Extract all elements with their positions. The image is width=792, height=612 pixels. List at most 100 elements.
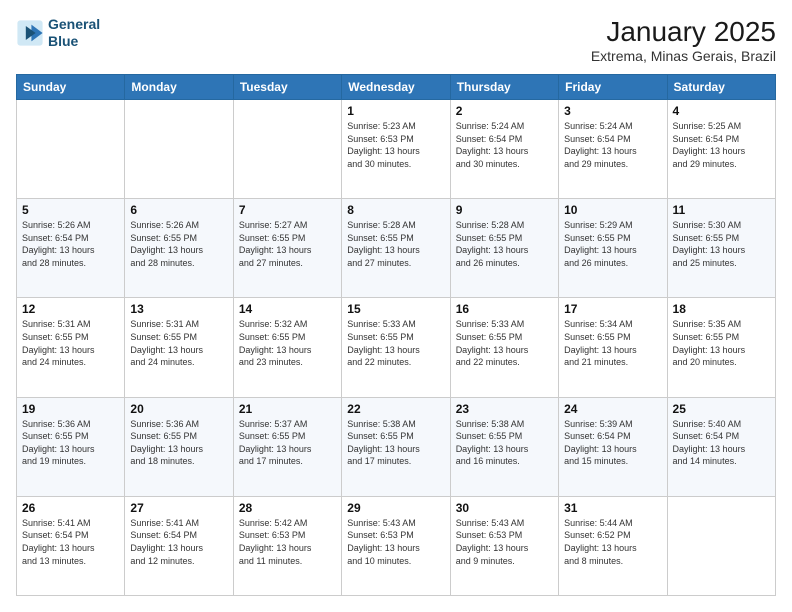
day-num-25: 25	[673, 402, 770, 416]
day-info-15: Sunrise: 5:33 AM Sunset: 6:55 PM Dayligh…	[347, 318, 444, 368]
calendar-table: Sunday Monday Tuesday Wednesday Thursday…	[16, 74, 776, 596]
week-row-0: 1 Sunrise: 5:23 AM Sunset: 6:53 PM Daylig…	[17, 100, 776, 199]
day-info-29: Sunrise: 5:43 AM Sunset: 6:53 PM Dayligh…	[347, 517, 444, 567]
day-info-23: Sunrise: 5:38 AM Sunset: 6:55 PM Dayligh…	[456, 418, 553, 468]
cell-w1-d0: 5Sunrise: 5:26 AM Sunset: 6:54 PM Daylig…	[17, 199, 125, 298]
page: General Blue January 2025 Extrema, Minas…	[0, 0, 792, 612]
th-friday: Friday	[559, 75, 667, 100]
cell-w0-d3: 1 Sunrise: 5:23 AM Sunset: 6:53 PM Daylig…	[342, 100, 450, 199]
day-num-18: 18	[673, 302, 770, 316]
cell-w0-d1	[125, 100, 233, 199]
day-num-12: 12	[22, 302, 119, 316]
day-num-14: 14	[239, 302, 336, 316]
month-title: January 2025	[591, 16, 776, 48]
cell-w0-d4: 2 Sunrise: 5:24 AM Sunset: 6:54 PM Daylig…	[450, 100, 558, 199]
day-info-16: Sunrise: 5:33 AM Sunset: 6:55 PM Dayligh…	[456, 318, 553, 368]
day-num-7: 7	[239, 203, 336, 217]
cell-w4-d6	[667, 496, 775, 595]
cell-w4-d3: 29 Sunrise: 5:43 AM Sunset: 6:53 PM Dayli…	[342, 496, 450, 595]
day-num-3: 3	[564, 104, 661, 118]
logo-icon	[16, 19, 44, 47]
day-info-19: Sunrise: 5:36 AM Sunset: 6:55 PM Dayligh…	[22, 418, 119, 468]
cell-w1-d5: 10 Sunrise: 5:29 AM Sunset: 6:55 PM Dayli…	[559, 199, 667, 298]
cell-w2-d1: 13 Sunrise: 5:31 AM Sunset: 6:55 PM Dayli…	[125, 298, 233, 397]
cell-w3-d4: 23 Sunrise: 5:38 AM Sunset: 6:55 PM Dayli…	[450, 397, 558, 496]
cell-w4-d0: 26Sunrise: 5:41 AM Sunset: 6:54 PM Dayli…	[17, 496, 125, 595]
cell-w2-d2: 14 Sunrise: 5:32 AM Sunset: 6:55 PM Dayli…	[233, 298, 341, 397]
day-info-5: Sunrise: 5:26 AM Sunset: 6:54 PM Dayligh…	[22, 219, 119, 269]
day-info-25: Sunrise: 5:40 AM Sunset: 6:54 PM Dayligh…	[673, 418, 770, 468]
logo-text: General Blue	[48, 16, 100, 50]
day-num-31: 31	[564, 501, 661, 515]
day-num-20: 20	[130, 402, 227, 416]
cell-w3-d0: 19 Sunrise: 5:36 AM Sunset: 6:55 PM Dayli…	[17, 397, 125, 496]
header: General Blue January 2025 Extrema, Minas…	[16, 16, 776, 64]
cell-w3-d6: 25 Sunrise: 5:40 AM Sunset: 6:54 PM Dayli…	[667, 397, 775, 496]
week-row-3: 19 Sunrise: 5:36 AM Sunset: 6:55 PM Dayli…	[17, 397, 776, 496]
cell-w3-d1: 20 Sunrise: 5:36 AM Sunset: 6:55 PM Dayli…	[125, 397, 233, 496]
cell-w3-d5: 24 Sunrise: 5:39 AM Sunset: 6:54 PM Dayli…	[559, 397, 667, 496]
th-thursday: Thursday	[450, 75, 558, 100]
logo: General Blue	[16, 16, 100, 50]
weekday-header-row: Sunday Monday Tuesday Wednesday Thursday…	[17, 75, 776, 100]
week-row-1: 5Sunrise: 5:26 AM Sunset: 6:54 PM Daylig…	[17, 199, 776, 298]
cell-w1-d1: 6Sunrise: 5:26 AM Sunset: 6:55 PM Daylig…	[125, 199, 233, 298]
cell-w2-d6: 18 Sunrise: 5:35 AM Sunset: 6:55 PM Dayli…	[667, 298, 775, 397]
day-num-6: 6	[130, 203, 227, 217]
day-info-4: Sunrise: 5:25 AM Sunset: 6:54 PM Dayligh…	[673, 120, 770, 170]
cell-w3-d2: 21 Sunrise: 5:37 AM Sunset: 6:55 PM Dayli…	[233, 397, 341, 496]
day-info-28: Sunrise: 5:42 AM Sunset: 6:53 PM Dayligh…	[239, 517, 336, 567]
day-info-12: Sunrise: 5:31 AM Sunset: 6:55 PM Dayligh…	[22, 318, 119, 368]
day-num-13: 13	[130, 302, 227, 316]
day-num-27: 27	[130, 501, 227, 515]
day-info-2: Sunrise: 5:24 AM Sunset: 6:54 PM Dayligh…	[456, 120, 553, 170]
day-num-21: 21	[239, 402, 336, 416]
day-num-22: 22	[347, 402, 444, 416]
day-num-23: 23	[456, 402, 553, 416]
cell-w4-d4: 30 Sunrise: 5:43 AM Sunset: 6:53 PM Dayli…	[450, 496, 558, 595]
day-num-8: 8	[347, 203, 444, 217]
cell-w3-d3: 22 Sunrise: 5:38 AM Sunset: 6:55 PM Dayli…	[342, 397, 450, 496]
logo-line1: General	[48, 16, 100, 32]
cell-w1-d6: 11Sunrise: 5:30 AM Sunset: 6:55 PM Dayli…	[667, 199, 775, 298]
day-num-4: 4	[673, 104, 770, 118]
day-num-30: 30	[456, 501, 553, 515]
cell-w1-d3: 8Sunrise: 5:28 AM Sunset: 6:55 PM Daylig…	[342, 199, 450, 298]
th-monday: Monday	[125, 75, 233, 100]
cell-w0-d0	[17, 100, 125, 199]
day-num-24: 24	[564, 402, 661, 416]
day-info-22: Sunrise: 5:38 AM Sunset: 6:55 PM Dayligh…	[347, 418, 444, 468]
day-info-1: Sunrise: 5:23 AM Sunset: 6:53 PM Dayligh…	[347, 120, 444, 170]
title-block: January 2025 Extrema, Minas Gerais, Braz…	[591, 16, 776, 64]
cell-w2-d4: 16 Sunrise: 5:33 AM Sunset: 6:55 PM Dayli…	[450, 298, 558, 397]
cell-w2-d3: 15Sunrise: 5:33 AM Sunset: 6:55 PM Dayli…	[342, 298, 450, 397]
day-num-19: 19	[22, 402, 119, 416]
day-info-10: Sunrise: 5:29 AM Sunset: 6:55 PM Dayligh…	[564, 219, 661, 269]
day-info-17: Sunrise: 5:34 AM Sunset: 6:55 PM Dayligh…	[564, 318, 661, 368]
day-info-20: Sunrise: 5:36 AM Sunset: 6:55 PM Dayligh…	[130, 418, 227, 468]
day-num-2: 2	[456, 104, 553, 118]
day-info-30: Sunrise: 5:43 AM Sunset: 6:53 PM Dayligh…	[456, 517, 553, 567]
week-row-2: 12 Sunrise: 5:31 AM Sunset: 6:55 PM Dayli…	[17, 298, 776, 397]
day-num-1: 1	[347, 104, 444, 118]
day-info-13: Sunrise: 5:31 AM Sunset: 6:55 PM Dayligh…	[130, 318, 227, 368]
day-info-24: Sunrise: 5:39 AM Sunset: 6:54 PM Dayligh…	[564, 418, 661, 468]
day-num-10: 10	[564, 203, 661, 217]
day-info-14: Sunrise: 5:32 AM Sunset: 6:55 PM Dayligh…	[239, 318, 336, 368]
day-info-31: Sunrise: 5:44 AM Sunset: 6:52 PM Dayligh…	[564, 517, 661, 567]
day-num-26: 26	[22, 501, 119, 515]
day-info-21: Sunrise: 5:37 AM Sunset: 6:55 PM Dayligh…	[239, 418, 336, 468]
day-num-9: 9	[456, 203, 553, 217]
day-num-11: 11	[673, 203, 770, 217]
day-num-29: 29	[347, 501, 444, 515]
day-info-27: Sunrise: 5:41 AM Sunset: 6:54 PM Dayligh…	[130, 517, 227, 567]
cell-w2-d0: 12 Sunrise: 5:31 AM Sunset: 6:55 PM Dayli…	[17, 298, 125, 397]
day-info-7: Sunrise: 5:27 AM Sunset: 6:55 PM Dayligh…	[239, 219, 336, 269]
cell-w2-d5: 17Sunrise: 5:34 AM Sunset: 6:55 PM Dayli…	[559, 298, 667, 397]
day-info-9: Sunrise: 5:28 AM Sunset: 6:55 PM Dayligh…	[456, 219, 553, 269]
day-info-18: Sunrise: 5:35 AM Sunset: 6:55 PM Dayligh…	[673, 318, 770, 368]
day-num-16: 16	[456, 302, 553, 316]
cell-w0-d6: 4 Sunrise: 5:25 AM Sunset: 6:54 PM Daylig…	[667, 100, 775, 199]
cell-w4-d1: 27 Sunrise: 5:41 AM Sunset: 6:54 PM Dayli…	[125, 496, 233, 595]
cell-w4-d5: 31 Sunrise: 5:44 AM Sunset: 6:52 PM Dayli…	[559, 496, 667, 595]
